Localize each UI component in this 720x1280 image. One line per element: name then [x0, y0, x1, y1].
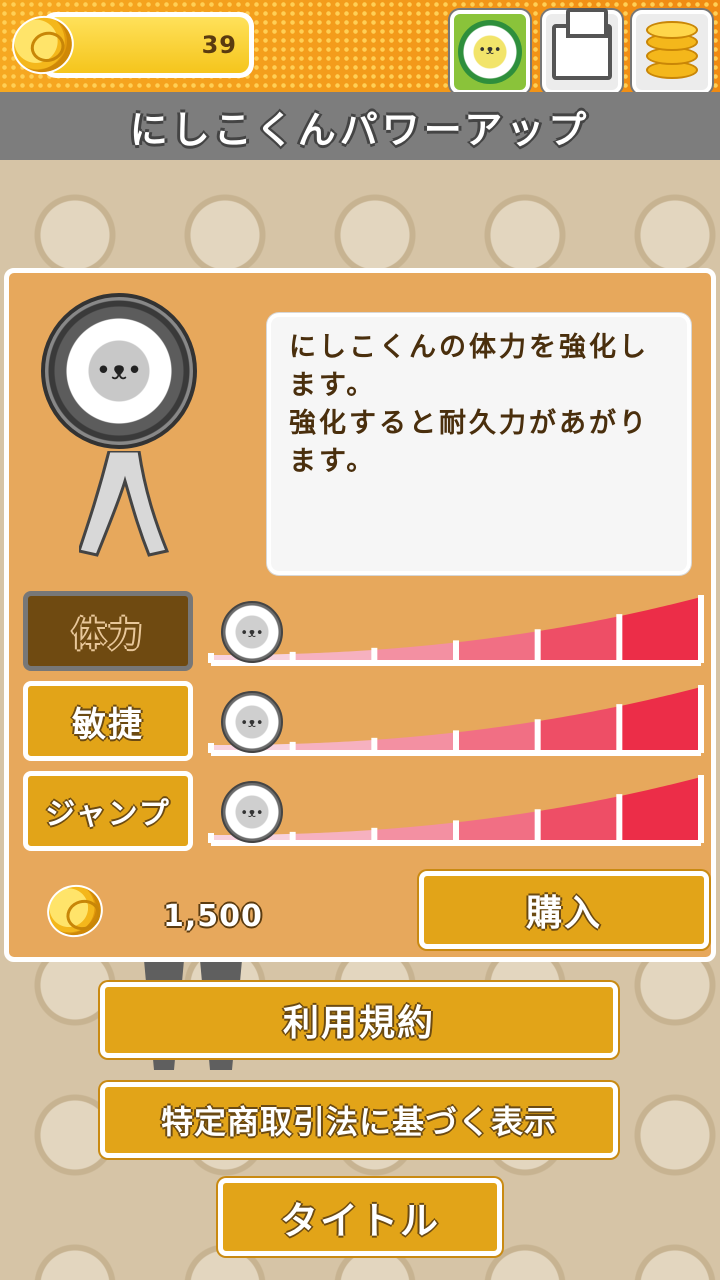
terms-button[interactable]: 利用規約 — [100, 982, 618, 1058]
description-text: にしこくんの体力を強化します。 強化すると耐久力があがります。 — [289, 332, 649, 477]
character-legs-icon — [79, 451, 169, 557]
price-value: 1,500 — [163, 899, 263, 934]
page-title: にしこくんパワーアップ — [129, 107, 591, 152]
level-segment — [537, 706, 620, 753]
item-box-icon — [552, 8, 612, 80]
coin-count: 39 — [201, 31, 237, 59]
buy-button[interactable]: 購入 — [419, 871, 709, 949]
commerce-law-button[interactable]: 特定商取引法に基づく表示 — [100, 1082, 618, 1158]
level-marker-icon — [221, 691, 283, 753]
level-marker-icon — [221, 601, 283, 663]
character-icon — [458, 20, 522, 84]
level-segment — [374, 642, 456, 663]
price-coin-icon — [41, 878, 109, 944]
stat-row-stamina: 体力 — [9, 591, 720, 671]
level-segment — [619, 687, 701, 753]
tab-item-box[interactable] — [542, 8, 622, 94]
level-segment — [374, 732, 456, 753]
tab-character-powerup[interactable] — [450, 10, 530, 94]
title-button[interactable]: タイトル — [218, 1178, 502, 1256]
character-portrait — [41, 293, 197, 449]
level-marker-icon — [221, 781, 283, 843]
coin-shop-icon — [642, 21, 702, 83]
level-segment — [619, 777, 701, 843]
powerup-panel: にしこくんの体力を強化します。 強化すると耐久力があがります。 体力 敏捷 ジャ… — [4, 268, 716, 962]
stat-button-agility[interactable]: 敏捷 — [23, 681, 193, 761]
level-segment — [374, 822, 456, 843]
tab-coin-shop[interactable] — [632, 10, 712, 94]
top-bar: 39 — [0, 0, 720, 94]
stat-row-jump: ジャンプ — [9, 771, 720, 851]
level-segment — [456, 811, 538, 843]
level-segment — [456, 721, 538, 753]
stat-row-agility: 敏捷 — [9, 681, 720, 761]
level-segment — [619, 597, 701, 663]
stat-button-stamina[interactable]: 体力 — [23, 591, 193, 671]
description-box: にしこくんの体力を強化します。 強化すると耐久力があがります。 — [267, 313, 691, 575]
stat-button-jump[interactable]: ジャンプ — [23, 771, 193, 851]
level-segment — [456, 631, 538, 663]
title-bar: にしこくんパワーアップ — [0, 92, 720, 160]
level-segment — [537, 796, 620, 843]
level-segment — [537, 616, 620, 663]
